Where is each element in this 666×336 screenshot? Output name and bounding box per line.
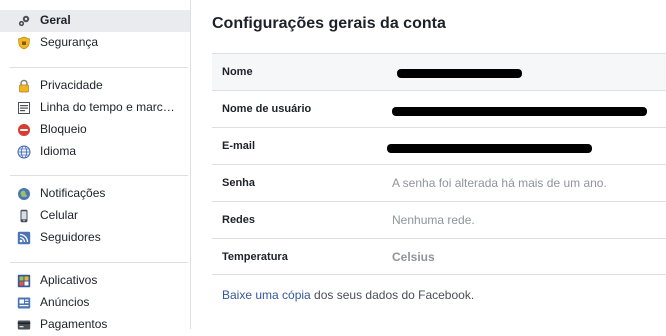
- download-text: dos seus dados do Facebook.: [310, 288, 475, 302]
- sidebar-item-privacy[interactable]: Privacidade: [0, 75, 190, 97]
- sidebar-item-label: Seguidores: [40, 230, 101, 244]
- row-key: Senha: [222, 177, 256, 189]
- sidebar-item-payments[interactable]: Pagamentos: [0, 314, 190, 336]
- row-key: Temperatura: [222, 251, 288, 263]
- redaction-bar: [392, 107, 647, 116]
- globe-bell-icon: [17, 187, 31, 201]
- sidebar-divider: [10, 67, 188, 68]
- sidebar-item-security[interactable]: Segurança: [0, 32, 190, 54]
- sidebar-item-label: Celular: [40, 208, 79, 222]
- download-copy-link[interactable]: Baixe uma cópia: [222, 288, 311, 302]
- row-key: Redes: [222, 214, 256, 226]
- sidebar-divider: [10, 175, 188, 176]
- download-data-text: Baixe uma cópia dos seus dados do Facebo…: [222, 288, 474, 302]
- rss-icon: [17, 231, 31, 245]
- phone-icon: [17, 209, 31, 223]
- section-divider: [212, 274, 666, 275]
- sidebar-item-language[interactable]: Idioma: [0, 141, 190, 163]
- row-value: A senha foi alterada há mais de um ano.: [392, 176, 607, 190]
- redaction-bar: [397, 69, 522, 78]
- gears-icon: [17, 14, 31, 28]
- sidebar-item-label: Idioma: [40, 144, 77, 158]
- row-value: Celsius: [392, 250, 435, 264]
- sidebar-item-label: Geral: [40, 13, 71, 27]
- row-key: Nome: [222, 66, 253, 78]
- general-settings-panel: Configurações gerais da conta Nome Nome …: [191, 0, 666, 329]
- sidebar-item-mobile[interactable]: Celular: [0, 205, 190, 227]
- settings-row-username[interactable]: Nome de usuário: [212, 90, 666, 128]
- row-key: E-mail: [222, 140, 256, 152]
- sidebar-divider: [10, 262, 188, 263]
- settings-row-email[interactable]: E-mail: [212, 127, 666, 165]
- sidebar-item-ads[interactable]: Anúncios: [0, 292, 190, 314]
- timeline-icon: [17, 101, 31, 115]
- sidebar-item-label: Bloqueio: [40, 122, 87, 136]
- lock-icon: [17, 79, 31, 93]
- sidebar-item-label: Notificações: [40, 186, 106, 200]
- redaction-bar: [387, 144, 592, 153]
- sidebar-item-label: Aplicativos: [40, 273, 98, 287]
- sidebar-item-label: Linha do tempo e marc…: [40, 100, 175, 114]
- apps-icon: [17, 274, 31, 288]
- sidebar-item-followers[interactable]: Seguidores: [0, 227, 190, 249]
- settings-sidebar: Geral Segurança Privacidade Linha do tem…: [0, 0, 191, 331]
- sidebar-item-notifications[interactable]: Notificações: [0, 183, 190, 205]
- sidebar-item-label: Anúncios: [40, 295, 90, 309]
- page-title: Configurações gerais da conta: [212, 15, 446, 32]
- globe-icon: [17, 145, 31, 159]
- block-icon: [17, 123, 31, 137]
- sidebar-item-label: Privacidade: [40, 78, 103, 92]
- row-key: Nome de usuário: [222, 103, 312, 115]
- settings-row-temperature[interactable]: Temperatura Celsius: [212, 238, 666, 276]
- ads-icon: [17, 296, 31, 310]
- sidebar-item-label: Segurança: [40, 35, 99, 49]
- settings-row-password[interactable]: Senha A senha foi alterada há mais de um…: [212, 164, 666, 202]
- settings-row-networks[interactable]: Redes Nenhuma rede.: [212, 201, 666, 239]
- sidebar-item-general[interactable]: Geral: [0, 10, 190, 32]
- row-value: Nenhuma rede.: [392, 213, 475, 227]
- shield-icon: [17, 36, 31, 50]
- sidebar-item-blocking[interactable]: Bloqueio: [0, 119, 190, 141]
- settings-row-name[interactable]: Nome: [212, 53, 666, 91]
- sidebar-item-apps[interactable]: Aplicativos: [0, 270, 190, 292]
- payments-icon: [17, 318, 31, 332]
- sidebar-item-timeline[interactable]: Linha do tempo e marc…: [0, 97, 190, 119]
